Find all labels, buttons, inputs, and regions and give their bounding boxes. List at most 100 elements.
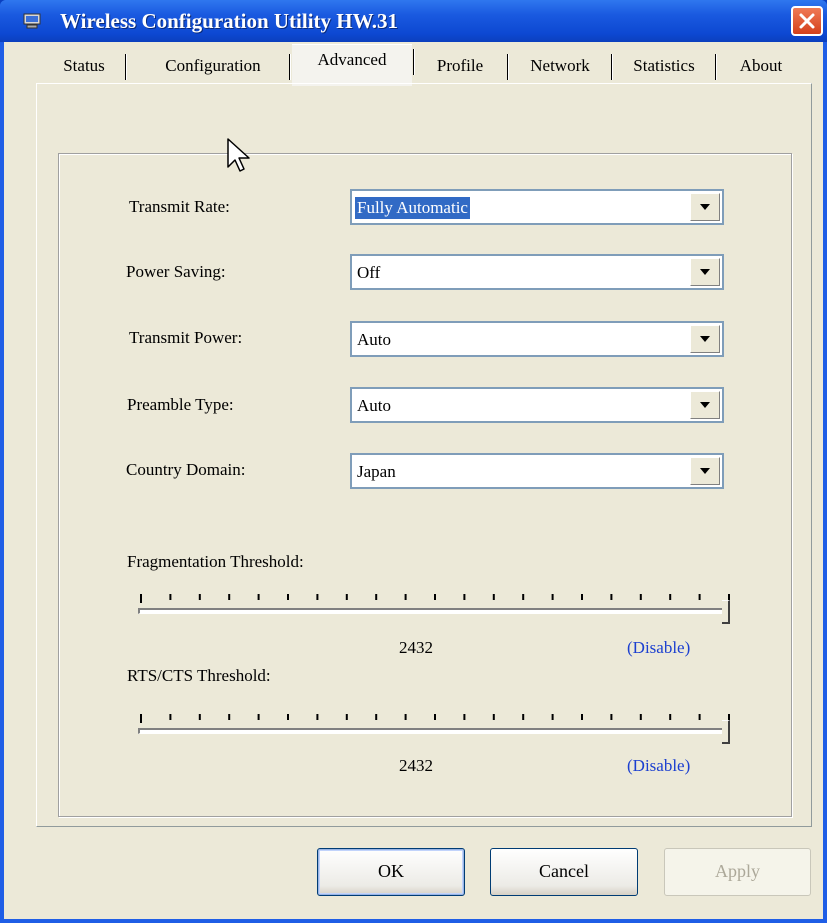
app-window: Wireless Configuration Utility HW.31 Sta…	[0, 0, 827, 923]
slider-tick	[492, 714, 495, 720]
slider-tick	[198, 594, 201, 600]
chevron-down-icon	[700, 269, 710, 275]
transmit-rate-select[interactable]: Fully Automatic	[350, 189, 724, 225]
apply-button[interactable]: Apply	[664, 848, 811, 896]
slider-tick	[581, 594, 583, 600]
power-saving-label: Power Saving:	[126, 262, 226, 281]
slider-tick	[551, 714, 554, 720]
power-saving-value: Off	[357, 263, 381, 282]
slider-tick	[257, 714, 260, 720]
tab-label: Profile	[436, 56, 484, 75]
preamble-type-label: Preamble Type:	[127, 395, 234, 414]
slider-ticks	[140, 714, 730, 723]
rts-cts-threshold-value: 2432	[399, 756, 433, 775]
chevron-down-icon	[700, 402, 710, 408]
chevron-down-icon	[700, 468, 710, 474]
dropdown-arrow-button[interactable]	[690, 193, 720, 221]
slider-tick	[287, 594, 289, 600]
transmit-power-label: Transmit Power:	[129, 328, 243, 347]
transmit-rate-label: Transmit Rate:	[129, 197, 230, 216]
tab-advanced[interactable]: Advanced	[292, 44, 415, 86]
close-button[interactable]	[791, 6, 823, 36]
slider-thumb[interactable]	[722, 600, 730, 624]
country-domain-value: Japan	[357, 462, 396, 481]
slider-tick	[669, 714, 672, 720]
slider-tick	[169, 714, 172, 720]
slider-tick	[140, 714, 142, 723]
country-domain-label: Country Domain:	[126, 460, 246, 479]
tab-label: About	[739, 56, 783, 75]
slider-tick	[434, 594, 436, 600]
tab-configuration[interactable]: Configuration	[138, 50, 291, 84]
slider-tick	[375, 594, 378, 600]
slider-track	[138, 608, 730, 614]
tab-statistics[interactable]: Statistics	[614, 50, 717, 84]
slider-tick	[434, 714, 436, 720]
slider-tick	[404, 714, 407, 720]
slider-tick	[169, 594, 172, 600]
slider-tick	[257, 594, 260, 600]
rts-cts-disable-status: (Disable)	[627, 756, 691, 775]
fragmentation-threshold-slider[interactable]	[138, 592, 734, 632]
slider-tick	[316, 714, 319, 720]
slider-track	[138, 728, 730, 734]
title-bar[interactable]: Wireless Configuration Utility HW.31	[0, 0, 827, 42]
chevron-down-icon	[700, 336, 710, 342]
tab-label: Status	[63, 56, 105, 75]
slider-tick	[698, 714, 701, 720]
slider-thumb[interactable]	[722, 720, 730, 744]
ok-button[interactable]: OK	[317, 848, 465, 896]
fragmentation-threshold-value: 2432	[399, 638, 433, 657]
slider-tick	[551, 594, 554, 600]
chevron-down-icon	[700, 204, 710, 210]
slider-tick	[140, 594, 142, 603]
dropdown-arrow-button[interactable]	[690, 258, 720, 286]
power-saving-select[interactable]: Off	[350, 254, 724, 290]
slider-tick	[610, 594, 613, 600]
slider-tick	[669, 594, 672, 600]
slider-tick	[639, 714, 642, 720]
slider-tick	[198, 714, 201, 720]
tab-label: Network	[530, 56, 590, 75]
tab-label: Configuration	[165, 56, 261, 75]
slider-tick	[404, 594, 407, 600]
dropdown-arrow-button[interactable]	[690, 325, 720, 353]
rts-cts-threshold-label: RTS/CTS Threshold:	[127, 666, 271, 685]
tab-label: Statistics	[633, 56, 695, 75]
fragmentation-disable-status: (Disable)	[627, 638, 691, 657]
close-icon	[799, 13, 815, 29]
transmit-power-select[interactable]: Auto	[350, 321, 724, 357]
dropdown-arrow-button[interactable]	[690, 391, 720, 419]
cancel-button[interactable]: Cancel	[490, 848, 638, 896]
slider-tick	[463, 714, 466, 720]
slider-ticks	[140, 594, 730, 603]
slider-tick	[463, 594, 466, 600]
window-title: Wireless Configuration Utility HW.31	[60, 9, 398, 33]
tab-network[interactable]: Network	[510, 50, 613, 84]
preamble-type-value: Auto	[357, 396, 391, 415]
slider-tick	[228, 594, 231, 600]
tab-status[interactable]: Status	[44, 50, 127, 84]
tab-label: Advanced	[317, 50, 387, 69]
dropdown-arrow-button[interactable]	[690, 457, 720, 485]
slider-tick	[375, 714, 378, 720]
country-domain-select[interactable]: Japan	[350, 453, 724, 489]
slider-tick	[610, 714, 613, 720]
slider-tick	[522, 714, 525, 720]
transmit-power-value: Auto	[357, 330, 391, 349]
fragmentation-threshold-label: Fragmentation Threshold:	[127, 552, 304, 571]
slider-tick	[639, 594, 642, 600]
slider-tick	[345, 714, 348, 720]
slider-tick	[698, 594, 701, 600]
transmit-rate-value: Fully Automatic	[354, 196, 471, 220]
slider-tick	[492, 594, 495, 600]
mouse-cursor-icon	[227, 138, 250, 172]
tab-profile[interactable]: Profile	[414, 50, 509, 84]
slider-tick	[581, 714, 583, 720]
tab-about[interactable]: About	[718, 50, 804, 84]
preamble-type-select[interactable]: Auto	[350, 387, 724, 423]
slider-tick	[522, 594, 525, 600]
slider-tick	[228, 714, 231, 720]
network-adapter-icon	[23, 13, 41, 29]
rts-cts-threshold-slider[interactable]	[138, 712, 734, 752]
